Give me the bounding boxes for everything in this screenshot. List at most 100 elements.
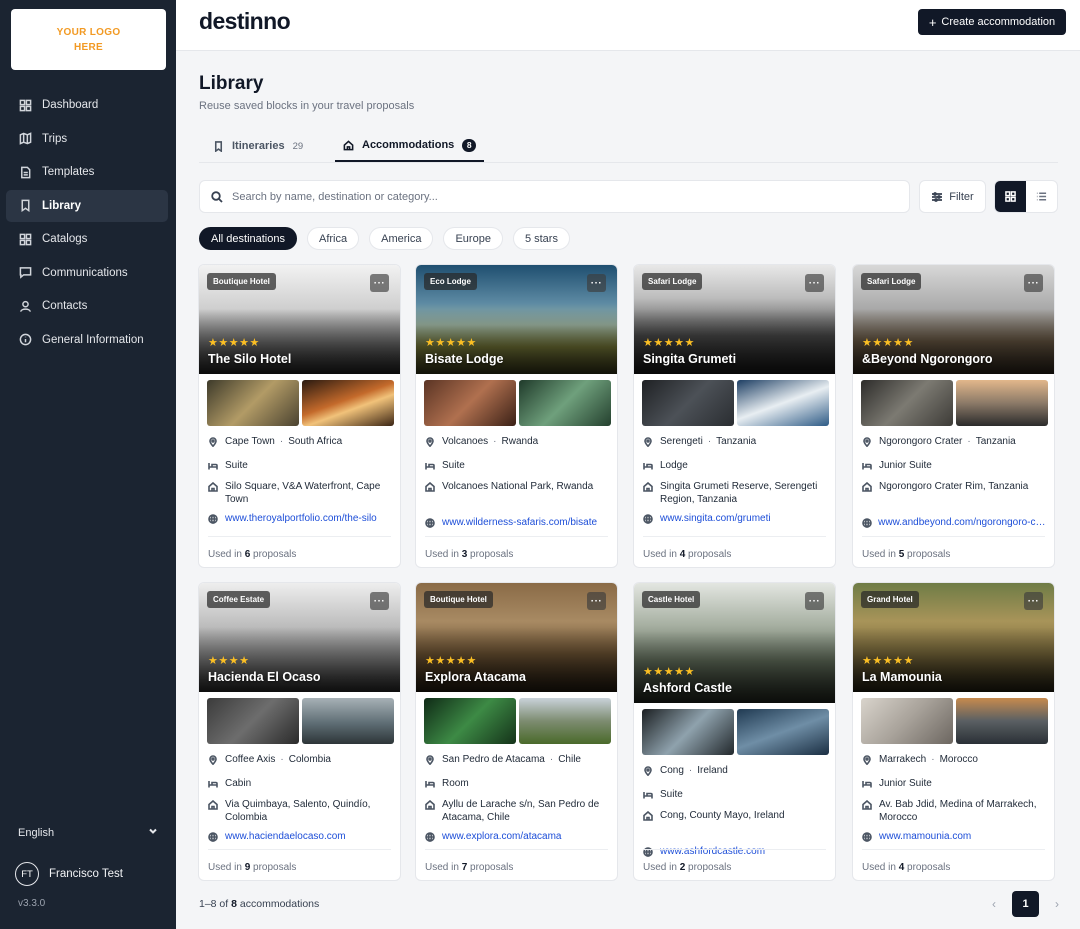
chip-5-stars[interactable]: 5 stars: [512, 227, 570, 250]
search-input[interactable]: [232, 190, 882, 203]
address-row: Via Quimbaya, Salento, Quindío, Colombia: [208, 799, 393, 824]
tab-itineraries[interactable]: Itineraries 29: [213, 130, 303, 162]
create-accommodation-button[interactable]: + Create accommodation: [918, 9, 1066, 35]
page-button[interactable]: 1: [1012, 891, 1039, 917]
sidebar-item-communications[interactable]: Communications: [6, 257, 168, 289]
more-options-button[interactable]: ···: [370, 274, 389, 292]
sidebar-item-trips[interactable]: Trips: [6, 123, 168, 155]
hero-image: Boutique Hotel ··· ★★★★★ Explora Atacama: [416, 583, 617, 692]
tab-accommodations[interactable]: Accommodations 8: [335, 130, 485, 162]
website-link[interactable]: www.andbeyond.com/ngorongoro-crater: [862, 517, 1047, 533]
pagination: ‹ 1 ›: [984, 891, 1067, 917]
grid-view-button[interactable]: [995, 181, 1026, 212]
accommodation-details: Cong · Ireland Suite Cong, County Mayo, Irel…: [643, 765, 828, 861]
accommodation-card[interactable]: Grand Hotel ··· ★★★★★ La Mamounia Marrakech ·…: [852, 582, 1055, 881]
more-options-button[interactable]: ···: [370, 592, 389, 610]
website-link[interactable]: www.theroyalportfolio.com/the-silo: [208, 513, 393, 529]
more-options-button[interactable]: ···: [805, 592, 824, 610]
room-type-row: Junior Suite: [862, 460, 1047, 476]
more-options-button[interactable]: ···: [587, 592, 606, 610]
website-link[interactable]: www.singita.com/grumeti: [643, 513, 828, 529]
accommodation-card[interactable]: Eco Lodge ··· ★★★★★ Bisate Lodge Volcanoes · R…: [415, 264, 618, 568]
sidebar-item-catalogs[interactable]: Catalogs: [6, 223, 168, 255]
chip-africa[interactable]: Africa: [307, 227, 360, 250]
more-options-button[interactable]: ···: [1024, 274, 1043, 292]
globe-icon: [208, 513, 225, 529]
chip-europe[interactable]: Europe: [443, 227, 503, 250]
category-badge: Grand Hotel: [861, 591, 919, 608]
accommodation-card[interactable]: Safari Lodge ··· ★★★★★ Singita Grumeti Seren…: [633, 264, 836, 568]
gallery-thumbnail[interactable]: [207, 698, 299, 744]
more-options-button[interactable]: ···: [587, 274, 606, 292]
gallery-thumbnail[interactable]: [424, 380, 516, 426]
sidebar-item-dashboard[interactable]: Dashboard: [6, 89, 168, 121]
usage-number: 4: [679, 549, 686, 560]
gallery-thumbnail[interactable]: [424, 698, 516, 744]
city: Ngorongoro Crater: [879, 436, 963, 447]
usage-prefix: Used in: [862, 549, 896, 560]
website-link[interactable]: www.mamounia.com: [862, 831, 1047, 847]
more-options-button[interactable]: ···: [1024, 592, 1043, 610]
gallery-thumbnail[interactable]: [302, 698, 394, 744]
address: Ngorongoro Crater Rim, Tanzania: [879, 481, 1029, 492]
address-row: Silo Square, V&A Waterfront, Cape Town: [208, 481, 393, 506]
home-icon: [425, 799, 442, 815]
gallery-thumbnail[interactable]: [861, 698, 953, 744]
globe-icon: [643, 513, 660, 529]
accommodation-card[interactable]: Boutique Hotel ··· ★★★★★ The Silo Hotel Cape…: [198, 264, 401, 568]
country: Morocco: [939, 754, 978, 765]
gallery-thumbnail[interactable]: [519, 380, 611, 426]
chevron-down-icon: [148, 826, 158, 839]
language-selector[interactable]: English: [18, 826, 158, 839]
next-page-button[interactable]: ›: [1047, 892, 1067, 916]
accommodation-card[interactable]: Castle Hotel ··· ★★★★★ Ashford Castle Cong · I…: [633, 582, 836, 881]
star-rating: ★★★★★: [425, 337, 477, 349]
website-url: www.mamounia.com: [879, 831, 972, 842]
accommodation-details: San Pedro de Atacama · Chile Room Ayllu de L…: [425, 754, 610, 847]
pin-icon: [208, 754, 225, 770]
usage-count: Used in 3 proposals: [425, 549, 513, 560]
website-link[interactable]: www.wilderness-safaris.com/bisate: [425, 517, 610, 533]
gallery-thumbnail[interactable]: [519, 698, 611, 744]
logo-placeholder[interactable]: YOUR LOGO HERE: [11, 9, 166, 70]
sidebar-item-templates[interactable]: Templates: [6, 156, 168, 188]
sidebar-item-contacts[interactable]: Contacts: [6, 290, 168, 322]
sidebar: YOUR LOGO HERE Dashboard Trips Templates …: [0, 0, 176, 929]
gallery-thumbnail[interactable]: [956, 698, 1048, 744]
gallery-thumbnail[interactable]: [737, 380, 829, 426]
pin-icon: [643, 765, 660, 781]
gallery-thumbnail[interactable]: [956, 380, 1048, 426]
gallery-thumbnail[interactable]: [737, 709, 829, 755]
prev-page-button[interactable]: ‹: [984, 892, 1004, 916]
usage-prefix: Used in: [643, 862, 677, 873]
address: Av. Bab Jdid, Medina of Marrakech, Moroc…: [879, 799, 1037, 823]
gallery-thumbnail[interactable]: [302, 380, 394, 426]
separator: ·: [279, 436, 284, 447]
user-profile[interactable]: FT Francisco Test: [15, 862, 123, 886]
chip-all-destinations[interactable]: All destinations: [199, 227, 297, 250]
globe-icon: [862, 831, 879, 847]
room-type-row: Suite: [208, 460, 393, 476]
accommodation-card[interactable]: Coffee Estate ··· ★★★★ Hacienda El Ocaso Cof…: [198, 582, 401, 881]
gallery-thumbnail[interactable]: [642, 709, 734, 755]
gallery-thumbnail[interactable]: [642, 380, 734, 426]
filter-button[interactable]: Filter: [919, 180, 986, 213]
bed-icon: [862, 778, 879, 794]
city: Cong: [660, 765, 684, 776]
accommodation-card[interactable]: Boutique Hotel ··· ★★★★★ Explora Atacama San…: [415, 582, 618, 881]
separator: ·: [688, 765, 693, 776]
sidebar-item-library[interactable]: Library: [6, 189, 168, 222]
sidebar-item-general-information[interactable]: General Information: [6, 324, 168, 356]
language-label: English: [18, 826, 55, 839]
website-link[interactable]: www.explora.com/atacama: [425, 831, 610, 847]
bed-icon: [208, 778, 225, 794]
website-link[interactable]: www.ashfordcastle.com: [643, 846, 828, 862]
list-view-button[interactable]: [1026, 181, 1057, 212]
chip-america[interactable]: America: [369, 227, 434, 250]
website-link[interactable]: www.haciendaelocaso.com: [208, 831, 393, 847]
gallery-thumbnail[interactable]: [207, 380, 299, 426]
accommodation-card[interactable]: Safari Lodge ··· ★★★★★ &Beyond Ngorongoro Ng…: [852, 264, 1055, 568]
ellipsis-icon: ···: [808, 595, 821, 607]
gallery-thumbnail[interactable]: [861, 380, 953, 426]
more-options-button[interactable]: ···: [805, 274, 824, 292]
